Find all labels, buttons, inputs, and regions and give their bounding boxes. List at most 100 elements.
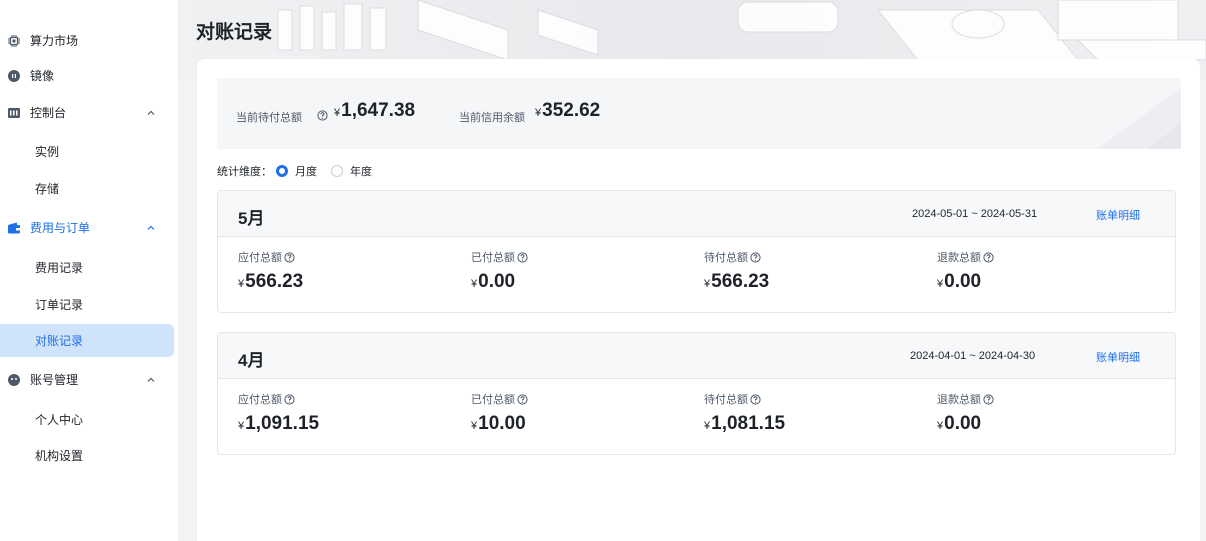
stat-label: 退款总额 — [937, 252, 981, 264]
sidebar-item-instances[interactable]: 实例 — [0, 135, 174, 168]
amount: 566.23 — [711, 271, 770, 292]
help-icon[interactable] — [750, 393, 761, 405]
radio-label: 年度 — [350, 166, 372, 178]
currency-symbol: ¥ — [238, 278, 245, 290]
currency-symbol: ¥ — [704, 420, 711, 432]
month-card-header: 4月 2024-04-01 ~ 2024-04-30 账单明细 — [218, 333, 1175, 379]
sidebar-item-label: 机构设置 — [35, 449, 84, 463]
radio-monthly[interactable]: 月度 — [276, 163, 317, 179]
stat-value: ¥566.23 — [704, 271, 769, 293]
sidebar-item-organization-settings[interactable]: 机构设置 — [0, 439, 174, 472]
radio-label: 月度 — [295, 166, 317, 178]
amount: 352.62 — [542, 100, 601, 121]
sidebar-item-label: 费用记录 — [35, 261, 84, 275]
pending-total-value: ¥1,647.38 — [334, 100, 415, 122]
sidebar-item-label: 控制台 — [30, 106, 67, 120]
help-icon[interactable] — [517, 393, 528, 405]
stat-label: 应付总额 — [238, 252, 282, 264]
help-icon[interactable] — [284, 251, 295, 263]
sidebar-item-account-management[interactable]: 账号管理 — [0, 363, 174, 396]
stat-refund: 退款总额 ¥0.00 — [937, 250, 994, 292]
wallet-icon — [7, 221, 21, 235]
sidebar-item-images[interactable]: 镜像 — [0, 59, 174, 92]
amount: 10.00 — [478, 413, 526, 434]
credit-balance-label: 当前信用余额 — [459, 112, 525, 124]
sidebar-item-compute-market[interactable]: 算力市场 — [0, 24, 174, 57]
sidebar-item-billing-orders[interactable]: 费用与订单 — [0, 211, 174, 244]
amount: 566.23 — [245, 271, 304, 292]
currency-symbol: ¥ — [471, 420, 478, 432]
sidebar-item-personal-center[interactable]: 个人中心 — [0, 403, 174, 436]
sidebar-item-label: 订单记录 — [35, 298, 84, 312]
amount: 0.00 — [944, 271, 982, 292]
chevron-up-icon — [147, 225, 155, 230]
help-icon[interactable] — [284, 393, 295, 405]
help-icon[interactable] — [983, 251, 994, 263]
currency-symbol: ¥ — [937, 420, 944, 432]
pending-total-label: 当前待付总额 — [236, 112, 302, 124]
sidebar-item-label: 对账记录 — [35, 334, 84, 348]
currency-symbol: ¥ — [937, 278, 944, 290]
chevron-up-icon — [147, 110, 155, 115]
stat-value: ¥1,081.15 — [704, 413, 785, 435]
stat-payable: 应付总额 ¥566.23 — [238, 250, 303, 292]
help-icon[interactable] — [983, 393, 994, 405]
sidebar-item-label: 个人中心 — [35, 413, 84, 427]
sidebar: 算力市场 镜像 控制台 实例 存储 费用与订单 费用记录 订单记录 对账记录 账… — [0, 0, 178, 541]
help-icon[interactable] — [517, 251, 528, 263]
sidebar-item-label: 镜像 — [30, 69, 55, 83]
help-icon[interactable] — [750, 251, 761, 263]
stat-label: 退款总额 — [937, 394, 981, 406]
stat-value: ¥1,091.15 — [238, 413, 319, 435]
stat-label: 已付总额 — [471, 252, 515, 264]
month-card-may: 5月 2024-05-01 ~ 2024-05-31 账单明细 应付总额 ¥56… — [217, 190, 1176, 313]
bill-detail-link[interactable]: 账单明细 — [1096, 349, 1140, 365]
sidebar-item-label: 账号管理 — [30, 373, 79, 387]
amount: 0.00 — [478, 271, 516, 292]
chip-icon — [7, 34, 21, 48]
stat-label: 已付总额 — [471, 394, 515, 406]
stat-value: ¥0.00 — [937, 413, 981, 435]
amount: 0.00 — [944, 413, 982, 434]
sidebar-item-label: 费用与订单 — [30, 221, 91, 235]
currency-symbol: ¥ — [238, 420, 245, 432]
dimension-label: 统计维度： — [217, 166, 272, 178]
sidebar-item-console[interactable]: 控制台 — [0, 96, 174, 129]
stat-payable: 应付总额 ¥1,091.15 — [238, 392, 319, 434]
month-title: 4月 — [238, 351, 265, 370]
stat-label: 待付总额 — [704, 394, 748, 406]
stat-pending: 待付总额 ¥566.23 — [704, 250, 769, 292]
stat-label: 应付总额 — [238, 394, 282, 406]
bill-detail-link[interactable]: 账单明细 — [1096, 207, 1140, 223]
stat-value: ¥566.23 — [238, 271, 303, 293]
month-card-april: 4月 2024-04-01 ~ 2024-04-30 账单明细 应付总额 ¥1,… — [217, 332, 1176, 455]
currency-symbol: ¥ — [334, 107, 341, 119]
sidebar-item-reconciliation-records[interactable]: 对账记录 — [0, 324, 174, 357]
summary-panel: 当前待付总额 ¥1,647.38 当前信用余额 ¥352.62 — [217, 78, 1181, 149]
currency-symbol: ¥ — [704, 278, 711, 290]
currency-symbol: ¥ — [471, 278, 478, 290]
stat-label: 待付总额 — [704, 252, 748, 264]
stat-paid: 已付总额 ¥10.00 — [471, 392, 528, 434]
page-title: 对账记录 — [196, 22, 273, 43]
user-icon — [7, 373, 21, 387]
date-range: 2024-05-01 ~ 2024-05-31 — [912, 208, 1038, 220]
sidebar-item-expense-records[interactable]: 费用记录 — [0, 251, 174, 284]
sidebar-item-label: 存储 — [35, 182, 60, 196]
currency-symbol: ¥ — [535, 107, 542, 119]
stat-refund: 退款总额 ¥0.00 — [937, 392, 994, 434]
stat-pending: 待付总额 ¥1,081.15 — [704, 392, 785, 434]
sidebar-item-label: 实例 — [35, 145, 60, 159]
amount: 1,081.15 — [711, 413, 786, 434]
month-title: 5月 — [238, 209, 265, 228]
radio-yearly[interactable]: 年度 — [331, 163, 372, 179]
radio-unchecked-icon[interactable] — [331, 165, 343, 177]
console-icon — [7, 106, 21, 120]
amount: 1,091.15 — [245, 413, 320, 434]
sidebar-item-storage[interactable]: 存储 — [0, 172, 174, 205]
sidebar-item-order-records[interactable]: 订单记录 — [0, 288, 174, 321]
radio-checked-icon[interactable] — [276, 165, 288, 177]
credit-balance-value: ¥352.62 — [535, 100, 600, 122]
help-icon[interactable] — [317, 110, 328, 121]
stat-paid: 已付总额 ¥0.00 — [471, 250, 528, 292]
